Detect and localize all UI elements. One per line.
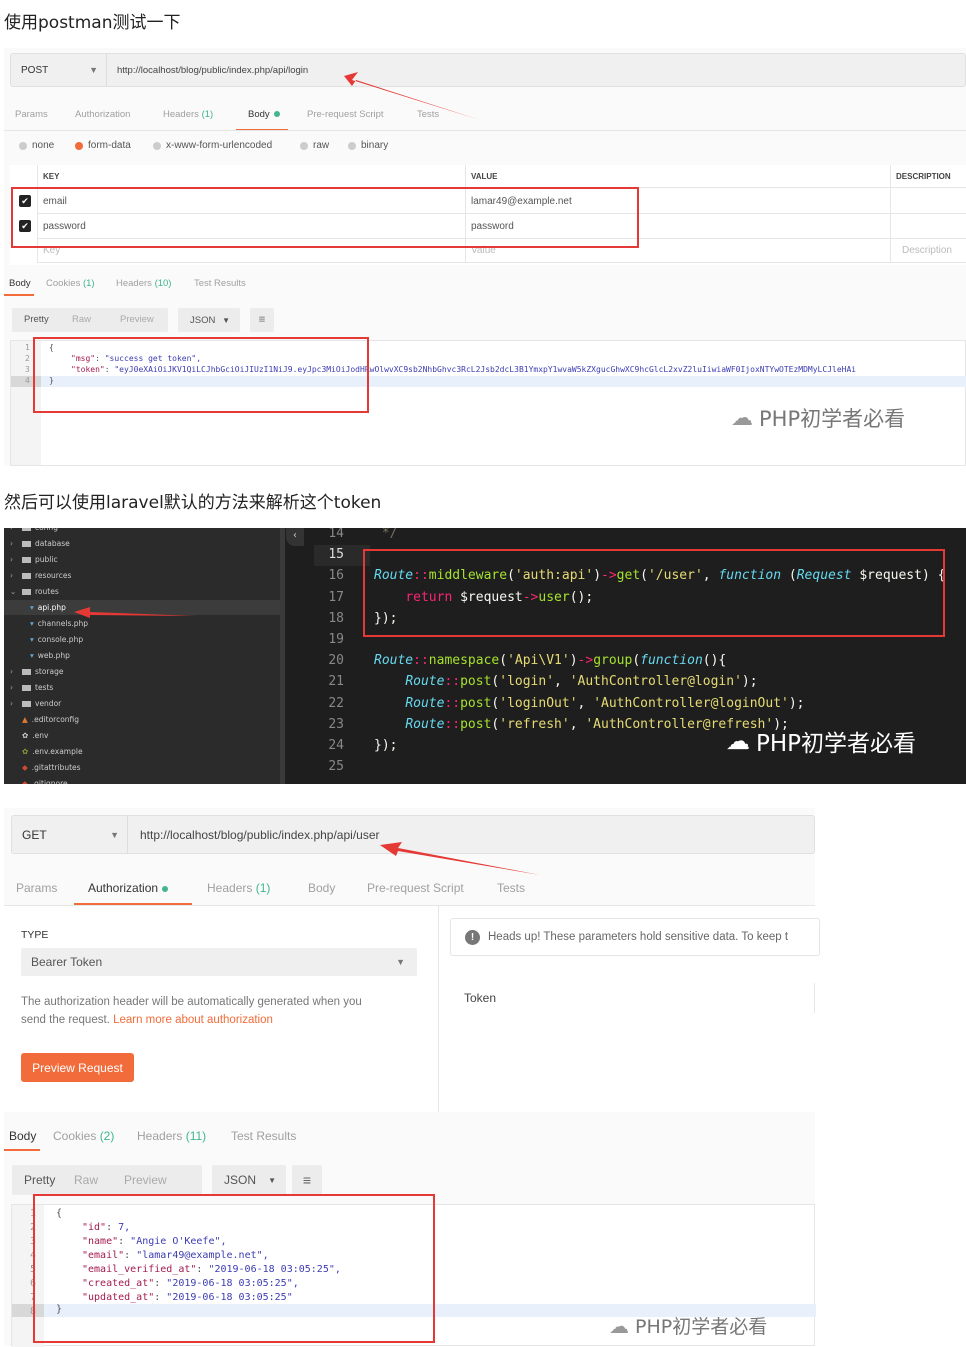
highlight-box-token-response: [33, 337, 369, 413]
arrow-to-login-url: [344, 72, 480, 120]
arrow-to-user-url: [380, 842, 540, 875]
annotation-overlay: [11, 72, 945, 1343]
highlight-box-user-route: [363, 549, 945, 637]
highlight-box-user-response: [33, 1194, 435, 1343]
highlight-box-form-fields: [11, 187, 639, 248]
arrow-to-api-php: [74, 607, 196, 618]
